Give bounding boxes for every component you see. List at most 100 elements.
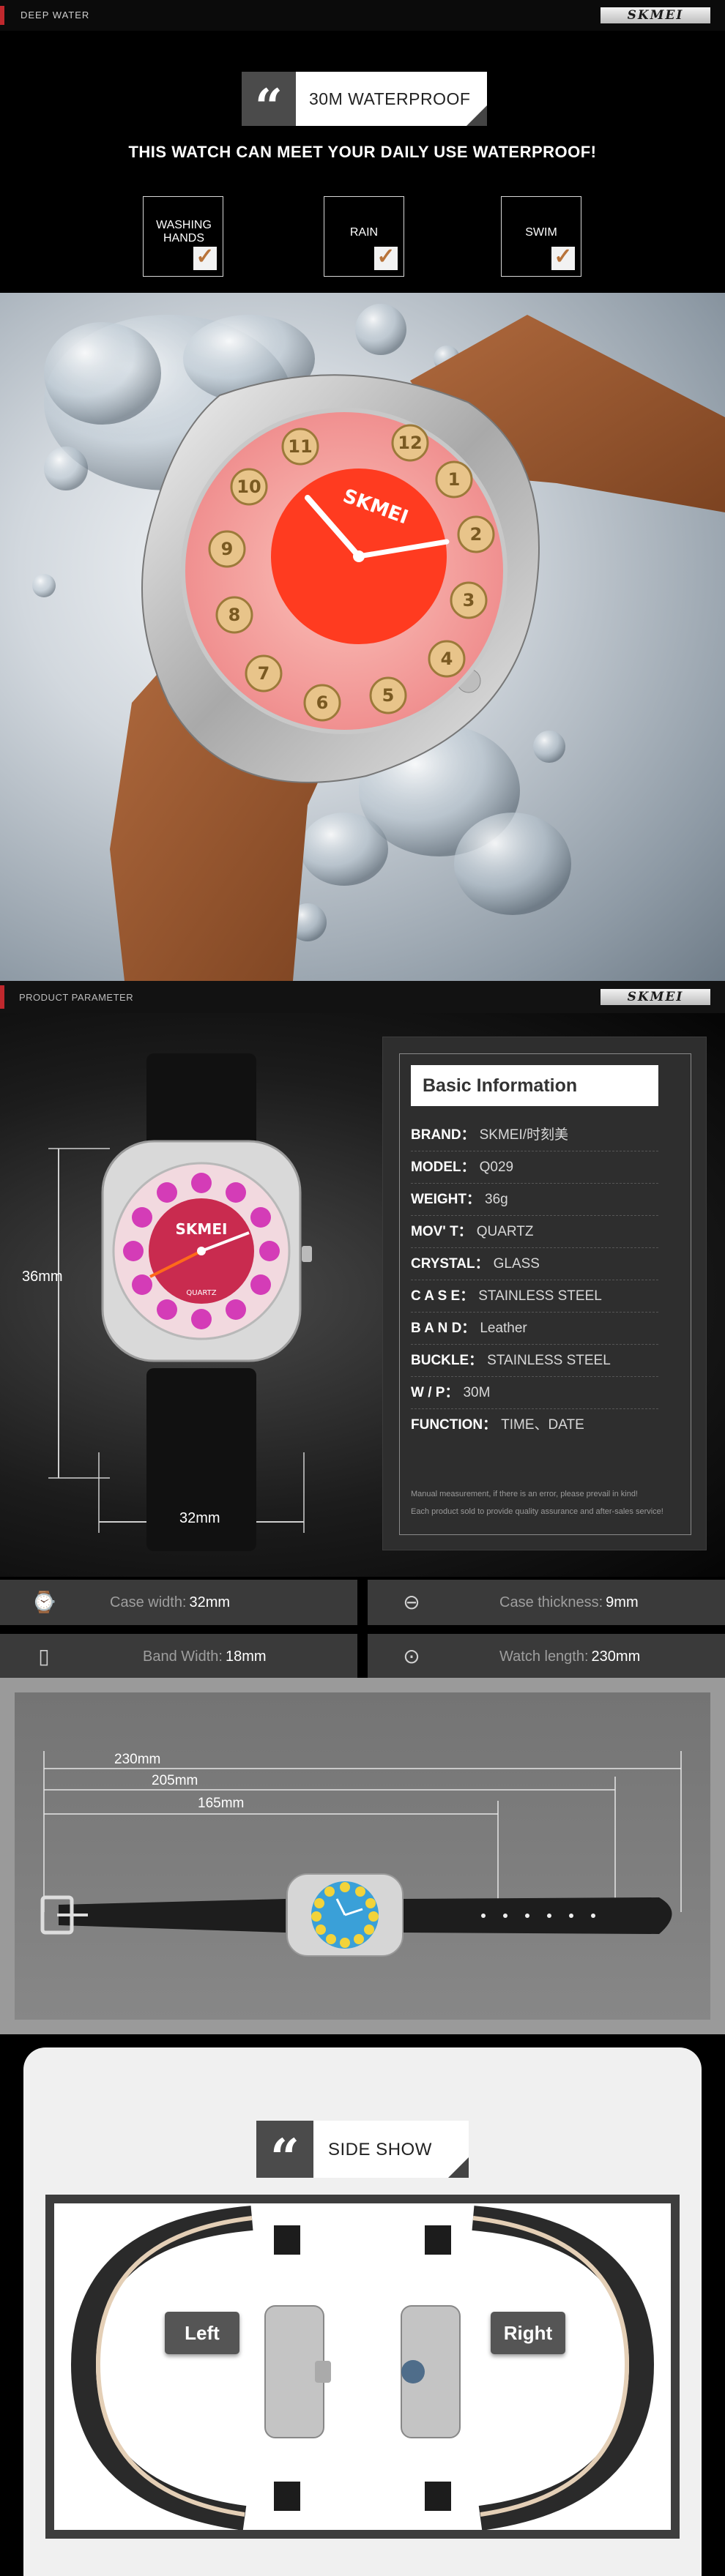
info-row-function: FUNCTION： TIME、DATE bbox=[411, 1409, 658, 1441]
feature-label: RAIN bbox=[349, 226, 379, 239]
checkmark-icon: ✓ bbox=[193, 246, 217, 270]
dial-brand: SKMEI bbox=[176, 1220, 228, 1238]
info-value: Leather bbox=[480, 1321, 527, 1336]
info-row-model: MODEL： Q029 bbox=[411, 1151, 658, 1184]
dial-number: 3 bbox=[463, 590, 475, 611]
section-label: PRODUCT PARAMETER bbox=[19, 992, 134, 1003]
tag-corner-decoration bbox=[448, 2157, 469, 2178]
info-row-case: C A S E： STAINLESS STEEL bbox=[411, 1280, 658, 1313]
feature-label: WASHING HANDS bbox=[156, 219, 212, 244]
side-show-tag: “ SIDE SHOW bbox=[256, 2121, 469, 2188]
info-key: W / P： bbox=[411, 1385, 459, 1400]
deep-water-header-bar: DEEP WATER SKMEI bbox=[0, 0, 725, 31]
watch-length-tile: ⊙ Watch length: 230mm bbox=[368, 1634, 725, 1679]
dial-number: 12 bbox=[398, 433, 422, 453]
feature-washing-hands: WASHING HANDS ✓ bbox=[143, 196, 223, 277]
info-row-band: B A N D： Leather bbox=[411, 1313, 658, 1345]
feature-rain: RAIN ✓ bbox=[324, 196, 404, 277]
info-key: CRYSTAL： bbox=[411, 1256, 489, 1272]
info-value: 30M bbox=[463, 1385, 491, 1400]
case-thickness-text: Case thickness: 9mm bbox=[499, 1594, 639, 1610]
tag-corner-decoration bbox=[466, 105, 487, 126]
measurement-note: Manual measurement, if there is an error… bbox=[411, 1485, 667, 1520]
band-width-icon: ▯ bbox=[38, 1645, 50, 1668]
side-show-frame bbox=[45, 2195, 680, 2539]
info-key: WEIGHT： bbox=[411, 1192, 480, 1207]
basic-information-box: Basic Information BRAND： SKMEI/时刻美 MODEL：… bbox=[382, 1037, 707, 1550]
info-key: MOV' T： bbox=[411, 1224, 472, 1239]
case-width-text: Case width: 32mm bbox=[110, 1594, 231, 1610]
info-value: QUARTZ bbox=[476, 1224, 534, 1239]
quote-icon: “ bbox=[242, 72, 296, 135]
band-width-text: Band Width: 18mm bbox=[143, 1649, 267, 1665]
hero-watch-illustration: 12 1 2 3 4 5 6 7 8 9 10 11 SKMEI bbox=[32, 304, 725, 981]
info-row-crystal: CRYSTAL： GLASS bbox=[411, 1248, 658, 1280]
info-row-waterproof: W / P： 30M bbox=[411, 1377, 658, 1409]
header-accent-mark bbox=[0, 985, 4, 1009]
info-value: STAINLESS STEEL bbox=[478, 1288, 602, 1304]
info-key: FUNCTION： bbox=[411, 1417, 497, 1433]
info-value: GLASS bbox=[493, 1256, 540, 1272]
info-value: TIME、DATE bbox=[501, 1417, 584, 1433]
waterproof-tag-label: 30M WATERPROOF bbox=[309, 89, 471, 108]
dial-number: 1 bbox=[448, 469, 461, 490]
dial-number: 10 bbox=[237, 477, 261, 497]
info-row-buckle: BUCKLE： STAINLESS STEEL bbox=[411, 1345, 658, 1377]
right-view-button[interactable]: Right bbox=[491, 2312, 565, 2354]
product-page: DEEP WATER SKMEI “ 30M WATERPROOF THIS W… bbox=[0, 0, 725, 2576]
dial-number: 6 bbox=[316, 692, 329, 713]
info-list: BRAND： SKMEI/时刻美 MODEL： Q029 WEIGHT： 36g MO… bbox=[411, 1119, 658, 1441]
case-width-tile: ⌚ Case width: 32mm bbox=[0, 1580, 357, 1625]
quote-icon: “ bbox=[256, 2121, 313, 2188]
dial-number: 9 bbox=[221, 539, 234, 559]
checkmark-icon: ✓ bbox=[551, 246, 575, 270]
header-accent-mark bbox=[0, 6, 4, 25]
dial-number: 4 bbox=[441, 649, 453, 669]
info-row-movement: MOV' T： QUARTZ bbox=[411, 1216, 658, 1248]
dial-movement: QUARTZ bbox=[186, 1289, 216, 1297]
waterproof-tag: “ 30M WATERPROOF bbox=[242, 72, 487, 135]
length-label-short: 165mm bbox=[198, 1796, 245, 1811]
length-label-mid: 205mm bbox=[152, 1773, 198, 1788]
info-key: MODEL： bbox=[411, 1160, 475, 1175]
side-show-image bbox=[54, 2203, 671, 2531]
info-row-brand: BRAND： SKMEI/时刻美 bbox=[411, 1119, 658, 1151]
note-line: Each product sold to provide quality ass… bbox=[411, 1507, 663, 1516]
dimension-height-label: 36mm bbox=[22, 1269, 63, 1285]
waterproof-subtitle: THIS WATCH CAN MEET YOUR DAILY USE WATER… bbox=[128, 143, 597, 161]
watch-length-icon: ⊙ bbox=[403, 1645, 420, 1668]
note-line: Manual measurement, if there is an error… bbox=[411, 1490, 638, 1498]
watch-length-text: Watch length: 230mm bbox=[499, 1649, 641, 1665]
info-value: 36g bbox=[485, 1192, 508, 1207]
dimension-width-label: 32mm bbox=[179, 1510, 220, 1526]
dial-number: 8 bbox=[228, 605, 241, 625]
brand-logo: SKMEI bbox=[601, 989, 710, 1005]
dial-number: 2 bbox=[470, 524, 483, 545]
strap-length-illustration bbox=[40, 1751, 682, 1957]
side-show-tag-label: SIDE SHOW bbox=[328, 2140, 432, 2159]
left-view-button[interactable]: Left bbox=[165, 2312, 239, 2354]
feature-swim: SWIM ✓ bbox=[501, 196, 581, 277]
info-key: BUCKLE： bbox=[411, 1353, 483, 1368]
strap-length-panel bbox=[15, 1692, 710, 2020]
dimension-watch-illustration: SKMEI QUARTZ bbox=[48, 1053, 312, 1551]
case-thickness-tile: ⊖ Case thickness: 9mm bbox=[368, 1580, 725, 1625]
basic-information-title: Basic Information bbox=[411, 1065, 658, 1106]
info-value: STAINLESS STEEL bbox=[487, 1353, 611, 1368]
info-key: B A N D： bbox=[411, 1321, 476, 1336]
info-key: BRAND： bbox=[411, 1127, 475, 1143]
band-width-tile: ▯ Band Width: 18mm bbox=[0, 1634, 357, 1679]
case-width-icon: ⌚ bbox=[31, 1591, 57, 1613]
product-parameter-header-bar: PRODUCT PARAMETER SKMEI bbox=[0, 981, 725, 1013]
strap-length-section bbox=[0, 1678, 725, 2034]
info-value: Q029 bbox=[479, 1160, 514, 1175]
brand-logo: SKMEI bbox=[601, 7, 710, 23]
feature-label: SWIM bbox=[525, 226, 557, 239]
info-row-weight: WEIGHT： 36g bbox=[411, 1184, 658, 1216]
checkmark-icon: ✓ bbox=[374, 246, 398, 270]
case-thickness-icon: ⊖ bbox=[403, 1591, 420, 1613]
length-label-total: 230mm bbox=[114, 1752, 161, 1767]
dial-number: 5 bbox=[382, 685, 395, 706]
info-key: C A S E： bbox=[411, 1288, 475, 1304]
info-value: SKMEI/时刻美 bbox=[479, 1127, 569, 1143]
